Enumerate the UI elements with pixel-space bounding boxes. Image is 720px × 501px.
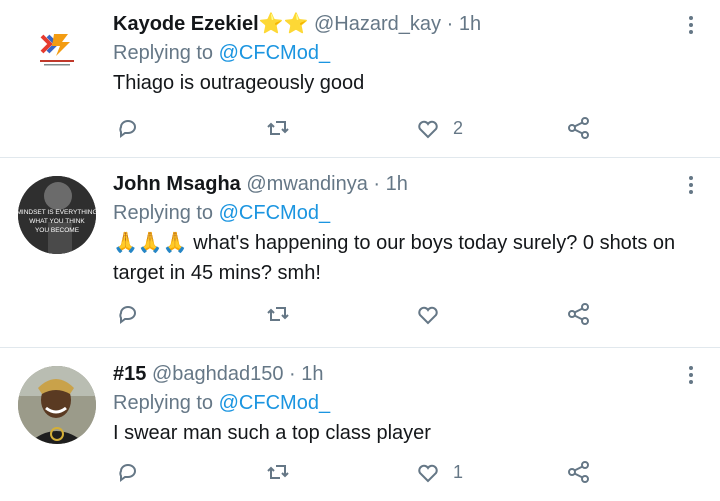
retweet-button[interactable] bbox=[265, 114, 291, 142]
like-button[interactable] bbox=[415, 300, 453, 328]
display-name[interactable]: John Msagha bbox=[113, 173, 241, 195]
separator-dot: · bbox=[373, 173, 381, 195]
avatar[interactable]: MINDSET IS EVERYTHING WHAT YOU THINK YOU… bbox=[18, 176, 96, 254]
share-icon bbox=[568, 117, 589, 139]
more-options-icon[interactable] bbox=[688, 366, 694, 387]
tweet-actions: 2 bbox=[113, 114, 603, 142]
tweet-text: Thiago is outrageously good bbox=[113, 72, 365, 94]
tweet-text: I swear man such a top class player bbox=[113, 422, 431, 444]
like-button[interactable]: 1 bbox=[415, 458, 463, 486]
share-icon bbox=[568, 303, 589, 325]
tweet[interactable]: Kayode Ezekiel⭐⭐ @Hazard_kay · 1h Replyi… bbox=[0, 0, 720, 158]
tweet-text: 🙏🙏🙏 what's happening to our boys today s… bbox=[113, 232, 676, 284]
share-icon bbox=[568, 461, 589, 483]
share-button[interactable] bbox=[566, 458, 592, 486]
tweet-actions bbox=[113, 300, 603, 328]
retweet-button[interactable] bbox=[265, 300, 291, 328]
like-count: 1 bbox=[453, 461, 464, 482]
timestamp[interactable]: 1h bbox=[459, 13, 481, 35]
replying-to-label: Replying to bbox=[113, 42, 219, 64]
avatar-image: MINDSET IS EVERYTHING WHAT YOU THINK YOU… bbox=[18, 176, 96, 254]
replying-to: Replying to @CFCMod_ bbox=[113, 390, 680, 416]
reply-icon bbox=[119, 464, 136, 482]
retweet-icon bbox=[267, 121, 289, 135]
mention-link[interactable]: @CFCMod_ bbox=[219, 392, 330, 414]
replying-to: Replying to @CFCMod_ bbox=[113, 40, 680, 66]
replying-to-label: Replying to bbox=[113, 392, 219, 414]
reply-button[interactable] bbox=[115, 458, 141, 486]
display-name[interactable]: #15 bbox=[113, 363, 146, 385]
user-handle[interactable]: @mwandinya bbox=[246, 173, 367, 195]
more-options-icon[interactable] bbox=[688, 176, 694, 197]
avatar[interactable] bbox=[18, 6, 96, 84]
reply-button[interactable] bbox=[115, 114, 141, 142]
share-button[interactable] bbox=[566, 114, 592, 142]
share-button[interactable] bbox=[566, 300, 592, 328]
timestamp[interactable]: 1h bbox=[301, 363, 323, 385]
reply-button[interactable] bbox=[115, 300, 141, 328]
replying-to-label: Replying to bbox=[113, 202, 219, 224]
avatar[interactable] bbox=[18, 366, 96, 444]
user-handle[interactable]: @baghdad150 bbox=[152, 363, 284, 385]
like-count: 2 bbox=[453, 117, 464, 138]
like-icon bbox=[418, 120, 438, 139]
tweet[interactable]: #15 @baghdad150 · 1h Replying to @CFCMod… bbox=[0, 348, 720, 501]
timestamp[interactable]: 1h bbox=[386, 173, 408, 195]
tweet[interactable]: MINDSET IS EVERYTHING WHAT YOU THINK YOU… bbox=[0, 158, 720, 348]
logo-icon bbox=[18, 6, 96, 84]
separator-dot: · bbox=[289, 363, 296, 385]
retweet-icon bbox=[267, 307, 289, 321]
like-button[interactable]: 2 bbox=[415, 114, 463, 142]
display-name[interactable]: Kayode Ezekiel bbox=[113, 13, 259, 35]
like-icon bbox=[418, 306, 438, 325]
avatar-image bbox=[18, 366, 96, 444]
svg-text:MINDSET IS EVERYTHING: MINDSET IS EVERYTHING bbox=[18, 209, 96, 216]
separator-dot: · bbox=[446, 13, 454, 35]
mention-link[interactable]: @CFCMod_ bbox=[219, 42, 330, 64]
replying-to: Replying to @CFCMod_ bbox=[113, 200, 680, 226]
svg-text:YOU BECOME: YOU BECOME bbox=[35, 227, 80, 234]
svg-text:WHAT YOU THINK: WHAT YOU THINK bbox=[29, 218, 85, 225]
mention-link[interactable]: @CFCMod_ bbox=[219, 202, 330, 224]
reply-icon bbox=[119, 120, 136, 138]
star-badges: ⭐⭐ bbox=[258, 13, 309, 35]
retweet-button[interactable] bbox=[265, 458, 291, 486]
reply-icon bbox=[119, 306, 136, 324]
user-handle[interactable]: @Hazard_kay bbox=[314, 13, 441, 35]
retweet-icon bbox=[267, 465, 289, 479]
tweet-actions: 1 bbox=[113, 458, 603, 486]
like-icon bbox=[418, 464, 438, 483]
more-options-icon[interactable] bbox=[688, 16, 694, 37]
